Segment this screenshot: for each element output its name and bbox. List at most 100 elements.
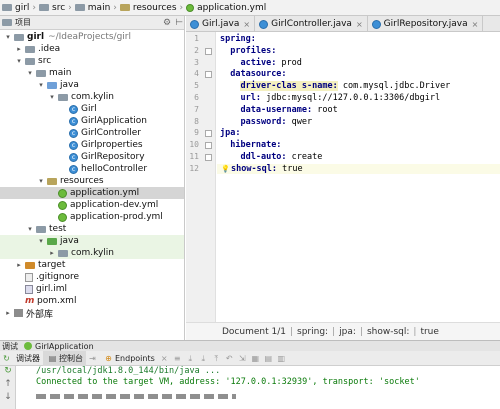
panel-title: 项目 — [15, 18, 31, 27]
code-line[interactable]: ddl-auto: create — [220, 152, 322, 162]
tree-item[interactable]: c GirlRepository — [0, 151, 184, 163]
tab-girl-java[interactable]: Girl.java × — [186, 16, 256, 31]
step-into-icon[interactable]: ⤓ — [186, 354, 195, 363]
breadcrumb-src[interactable]: src — [37, 0, 67, 15]
tree-item[interactable]: application-dev.yml — [0, 199, 184, 211]
collapsed-arrow-icon[interactable]: ▸ — [15, 261, 23, 269]
step-out-icon[interactable]: ⤒ — [212, 354, 221, 363]
breadcrumb-main[interactable]: main — [73, 0, 113, 15]
tree-item[interactable]: ▾ com.kylin — [0, 91, 184, 103]
code-line[interactable]: driver-clas s-name: com.mysql.jdbc.Drive… — [220, 81, 450, 92]
tree-item-label: Girl — [81, 104, 97, 114]
tree-item[interactable]: ▸ 外部库 — [0, 307, 184, 320]
tree-item[interactable]: application-prod.yml — [0, 211, 184, 223]
expanded-arrow-icon[interactable]: ▾ — [37, 237, 45, 245]
code-line[interactable]: active: prod — [220, 58, 301, 68]
pin-icon[interactable]: ⇥ — [88, 354, 97, 363]
drop-frame-icon[interactable]: ↶ — [225, 354, 234, 363]
scroll-up-icon[interactable]: ↑ — [0, 379, 16, 392]
tree-item[interactable]: ▾ resources — [0, 175, 184, 187]
breadcrumb-item[interactable]: jpa: — [339, 327, 356, 337]
tab-girlcontroller-java[interactable]: GirlController.java × — [255, 16, 368, 31]
tree-item[interactable]: application.yml — [0, 187, 184, 199]
line-number: 5 — [194, 81, 199, 91]
hide-icon[interactable]: ⊢ — [174, 18, 184, 28]
tree-item[interactable]: ▾ src — [0, 55, 184, 67]
expanded-arrow-icon[interactable]: ▾ — [26, 69, 34, 77]
tree-item[interactable]: c helloController — [0, 163, 184, 175]
collapsed-arrow-icon[interactable]: ▸ — [4, 309, 12, 317]
code-line[interactable]: profiles: — [220, 46, 276, 56]
package-icon — [58, 249, 68, 257]
fold-icon[interactable] — [205, 71, 212, 79]
scroll-down-icon[interactable]: ↓ — [0, 392, 16, 405]
trace-icon[interactable]: ▤ — [264, 354, 273, 363]
tree-item[interactable]: ▾ girl ~/IdeaProjects/girl — [0, 31, 184, 43]
tree-item[interactable]: c Girlproperties — [0, 139, 184, 151]
expanded-arrow-icon[interactable]: ▾ — [4, 33, 12, 41]
layout-icon[interactable]: ▥ — [277, 354, 286, 363]
tree-item[interactable]: c Girl — [0, 103, 184, 115]
code-line[interactable]: 💡show-sql: true — [217, 163, 500, 174]
tab-endpoints[interactable]: ⊕ Endpoints — [99, 351, 158, 366]
close-icon[interactable]: × — [472, 20, 479, 29]
resume-icon[interactable]: ↻ — [0, 366, 16, 379]
lightbulb-icon[interactable]: 💡 — [221, 165, 230, 173]
tree-item[interactable]: ▾ java — [0, 235, 184, 247]
tree-item[interactable]: c GirlApplication — [0, 115, 184, 127]
code-line[interactable]: hibernate: — [220, 140, 281, 150]
tree-item[interactable]: ▾ java — [0, 79, 184, 91]
collapsed-arrow-icon[interactable]: ▸ — [48, 249, 56, 257]
close-icon[interactable]: × — [356, 20, 363, 29]
tree-item[interactable]: c GirlController — [0, 127, 184, 139]
code-line[interactable]: spring: — [220, 34, 256, 44]
tree-item[interactable]: ▾ test — [0, 223, 184, 235]
tree-item[interactable]: ▾ main — [0, 67, 184, 79]
fold-icon[interactable] — [205, 130, 212, 138]
tree-item-label: com.kylin — [71, 92, 115, 102]
code-line[interactable]: jpa: — [220, 128, 240, 138]
breadcrumb-item[interactable]: spring: — [297, 327, 328, 337]
tree-item[interactable]: girl.iml — [0, 283, 184, 295]
settings-icon[interactable]: ⚙ — [162, 18, 172, 28]
fold-icon[interactable] — [205, 154, 212, 161]
tab-console[interactable]: ▤ 控制台 — [43, 350, 86, 366]
run-config-name[interactable]: GirlApplication — [35, 342, 94, 351]
expanded-arrow-icon[interactable]: ▾ — [37, 81, 45, 89]
force-step-icon[interactable]: ⤓ — [199, 354, 208, 363]
expanded-arrow-icon[interactable]: ▾ — [26, 225, 34, 233]
breadcrumb-resources[interactable]: resources — [118, 0, 179, 15]
tree-item[interactable]: ▸ .idea — [0, 43, 184, 55]
console-output[interactable]: /usr/local/jdk1.8.0_144/bin/java ... Con… — [16, 366, 500, 409]
step-over-icon[interactable]: ≡ — [173, 354, 182, 363]
close-icon[interactable]: × — [243, 20, 250, 29]
fold-icon[interactable] — [205, 47, 212, 55]
tab-girlrepository-java[interactable]: GirlRepository.java × — [368, 16, 484, 31]
tab-debugger[interactable]: 调试器 — [13, 351, 43, 366]
breadcrumb-item[interactable]: show-sql: — [367, 327, 409, 337]
breadcrumb-label: girl — [15, 2, 30, 13]
code-line[interactable]: url: jdbc:mysql://127.0.0.1:3306/dbgirl — [220, 93, 440, 103]
code-line[interactable]: data-username: root — [220, 105, 337, 115]
run-to-cursor-icon[interactable]: ⇲ — [238, 354, 247, 363]
evaluate-icon[interactable]: ▦ — [251, 354, 260, 363]
expanded-arrow-icon[interactable]: ▾ — [37, 177, 45, 185]
tree-item[interactable]: ▸ com.kylin — [0, 247, 184, 259]
separator: | — [359, 326, 363, 337]
expanded-arrow-icon[interactable]: ▾ — [15, 57, 23, 65]
code-line[interactable]: datasource: — [220, 69, 286, 79]
resources-folder-icon — [47, 177, 57, 185]
expanded-arrow-icon[interactable]: ▾ — [48, 93, 56, 101]
tree-item[interactable]: ▸ target — [0, 259, 184, 271]
tree-item[interactable]: .gitignore — [0, 271, 184, 283]
breadcrumb-girl[interactable]: girl — [0, 0, 31, 15]
code-editor[interactable]: 1 2 3 4 5 6 7 8 9 10 11 12 spring: profiles: active… — [186, 32, 500, 322]
rerun-icon[interactable]: ↻ — [2, 354, 11, 363]
collapsed-arrow-icon[interactable]: ▸ — [15, 45, 23, 53]
breadcrumb-item[interactable]: true — [420, 327, 438, 337]
breadcrumb-file[interactable]: application.yml — [184, 0, 268, 15]
close-icon[interactable]: × — [160, 354, 169, 363]
code-line[interactable]: password: qwer — [220, 117, 312, 127]
tree-item[interactable]: m pom.xml — [0, 295, 184, 307]
fold-icon[interactable] — [205, 142, 212, 150]
